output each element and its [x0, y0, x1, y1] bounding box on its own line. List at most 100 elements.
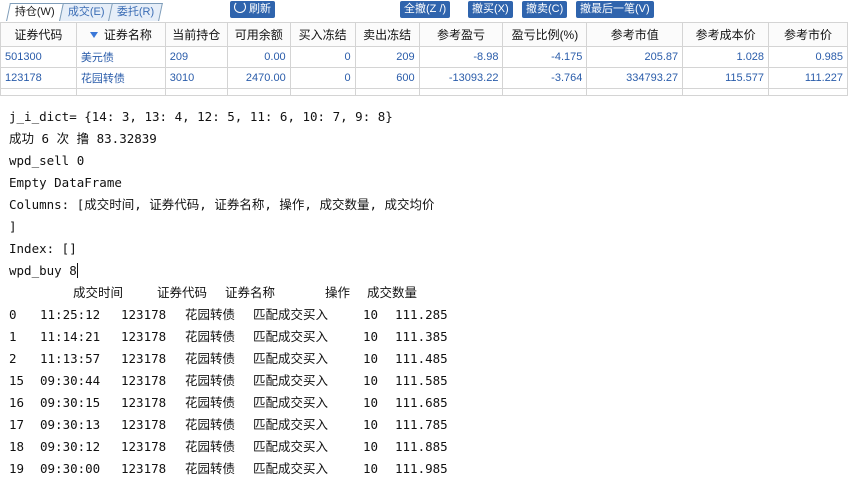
dataframe-cell: 111.485 — [395, 351, 448, 366]
df-column-header: 操作 — [325, 285, 351, 300]
dataframe-cell: 花园转债 — [185, 373, 236, 388]
table-cell: 209 — [354, 46, 420, 68]
dataframe-cell: 花园转债 — [185, 351, 236, 366]
console-line: wpd_buy 8 — [9, 263, 77, 278]
dataframe-rows: 0 11:25:12 123178 花园转债 匹配成交买入 10 111.285 1 11:14… — [9, 304, 844, 480]
dataframe-row: 15 09:30:44 123178 花园转债 匹配成交买入 10 111.585 — [9, 370, 844, 392]
tab-strip: 持仓(W) 成交(E) 委托(R) — [6, 3, 164, 21]
dataframe-cell: 11:14:21 — [40, 329, 101, 344]
column-header[interactable]: 参考盈亏 — [418, 22, 504, 47]
table-row[interactable]: 501300 美元债 209 0.00 0 209 -8.98 -4.175 2… — [0, 46, 848, 68]
dataframe-cell: 111.985 — [395, 461, 448, 476]
column-header[interactable]: 证券名称 — [75, 22, 166, 47]
table-row[interactable]: 123178 花园转债 3010 2470.00 0 600 -13093.22… — [0, 67, 848, 89]
tab-positions-label: 持仓(W) — [14, 6, 55, 18]
dataframe-cell: 花园转债 — [185, 461, 236, 476]
table-cell: 205.87 — [586, 46, 684, 68]
dataframe-row: 2 11:13:57 123178 花园转债 匹配成交买入 10 111.485 — [9, 348, 844, 370]
column-header[interactable]: 参考成本价 — [682, 22, 770, 47]
table-cell: 111.227 — [768, 67, 848, 89]
table-cell: -3.764 — [502, 67, 588, 89]
dataframe-cell: 10 — [363, 439, 379, 454]
column-header[interactable]: 买入冻结 — [289, 22, 356, 47]
table-cell: 123178 — [0, 67, 77, 89]
table-cell: 115.577 — [682, 67, 770, 89]
dataframe-cell: 09:30:44 — [40, 373, 101, 388]
dataframe-cell: 匹配成交买入 — [253, 395, 329, 410]
dataframe-cell: 11:25:12 — [40, 307, 101, 322]
dataframe-cell: 花园转债 — [185, 395, 236, 410]
dataframe-cell: 123178 — [121, 417, 167, 432]
dataframe-cell: 10 — [363, 351, 379, 366]
dataframe-cell: 匹配成交买入 — [253, 373, 329, 388]
dataframe-cell: 123178 — [121, 329, 167, 344]
column-header[interactable]: 参考市值 — [586, 22, 684, 47]
table-header-row: 证券代码 证券名称 当前持仓 可用余额 买入冻结 卖出冻结 参考盈亏 盈亏比例(… — [0, 22, 848, 47]
table-cell: 1.028 — [682, 46, 770, 68]
tab-trades[interactable]: 成交(E) — [58, 3, 114, 21]
dataframe-cell: 10 — [363, 461, 379, 476]
table-cell: 0.00 — [226, 46, 291, 68]
refresh-button[interactable]: 刷新 — [230, 1, 275, 18]
dataframe-cell: 10 — [363, 329, 379, 344]
column-header[interactable]: 可用余额 — [226, 22, 291, 47]
df-column-header: 证券代码 — [157, 285, 208, 300]
console-output[interactable]: j_i_dict= {14: 3, 13: 4, 12: 5, 11: 6, 1… — [9, 106, 844, 480]
tab-trades-label: 成交(E) — [67, 6, 105, 18]
dataframe-cell: 09:30:15 — [40, 395, 101, 410]
dataframe-cell: 123178 — [121, 373, 167, 388]
table-cell: 0.985 — [768, 46, 848, 68]
table-cell: 501300 — [0, 46, 77, 68]
cancel-all-button[interactable]: 全撤(Z /) — [400, 1, 451, 18]
dataframe-row: 18 09:30:12 123178 花园转债 匹配成交买入 10 111.885 — [9, 436, 844, 458]
dataframe-row: 0 11:25:12 123178 花园转债 匹配成交买入 10 111.285 — [9, 304, 844, 326]
cancel-sell-button[interactable]: 撤卖(C) — [522, 1, 568, 18]
dataframe-cell: 匹配成交买入 — [253, 329, 329, 344]
tab-orders[interactable]: 委托(R) — [108, 3, 164, 21]
sort-down-icon[interactable] — [89, 32, 98, 38]
dataframe-cell: 11:13:57 — [40, 351, 101, 366]
column-header[interactable]: 卖出冻结 — [354, 22, 420, 47]
dataframe-cell: 17 — [9, 417, 25, 432]
dataframe-cell: 15 — [9, 373, 25, 388]
dataframe-cell: 匹配成交买入 — [253, 439, 329, 454]
console-line: 成功 6 次 撸 83.32839 — [9, 131, 157, 146]
column-header[interactable]: 参考市价 — [768, 22, 848, 47]
dataframe-cell: 111.585 — [395, 373, 448, 388]
table-cell: 美元债 — [75, 46, 166, 68]
dataframe-cell: 16 — [9, 395, 25, 410]
dataframe-cell: 18 — [9, 439, 25, 454]
dataframe-cell: 匹配成交买入 — [253, 307, 329, 322]
dataframe-cell: 123178 — [121, 439, 167, 454]
dataframe-cell: 花园转债 — [185, 329, 236, 344]
dataframe-cell: 111.685 — [395, 395, 448, 410]
dataframe-row: 17 09:30:13 123178 花园转债 匹配成交买入 10 111.785 — [9, 414, 844, 436]
table-cell: 209 — [164, 46, 228, 68]
dataframe-cell: 111.285 — [395, 307, 448, 322]
cancel-buy-button[interactable]: 撤买(X) — [468, 1, 513, 18]
df-column-header: 证券名称 — [225, 285, 276, 300]
dataframe-header: 成交时间 证券代码 证券名称 操作 成交数量 — [9, 282, 844, 304]
dataframe-cell: 19 — [9, 461, 25, 476]
table-cell: 0 — [289, 67, 356, 89]
table-cell: 334793.27 — [586, 67, 684, 89]
dataframe-row: 1 11:14:21 123178 花园转债 匹配成交买入 10 111.385 — [9, 326, 844, 348]
column-header[interactable]: 盈亏比例(%) — [502, 22, 588, 47]
refresh-label: 刷新 — [249, 3, 271, 15]
column-header[interactable]: 证券代码 — [0, 22, 77, 47]
tab-positions[interactable]: 持仓(W) — [6, 3, 64, 21]
dataframe-cell: 花园转债 — [185, 417, 236, 432]
column-header[interactable]: 当前持仓 — [164, 22, 228, 47]
cancel-last-button[interactable]: 撤最后一笔(V) — [576, 1, 654, 18]
dataframe-cell: 123178 — [121, 307, 167, 322]
dataframe-cell: 123178 — [121, 351, 167, 366]
table-cell: 2470.00 — [226, 67, 291, 89]
dataframe-cell: 花园转债 — [185, 307, 236, 322]
dataframe-cell: 匹配成交买入 — [253, 351, 329, 366]
df-column-header: 成交时间 — [73, 285, 124, 300]
dataframe-cell: 10 — [363, 373, 379, 388]
dataframe-cell: 1 — [9, 329, 17, 344]
dataframe-cell: 09:30:13 — [40, 417, 101, 432]
text-cursor — [76, 263, 78, 278]
console-line: Columns: [成交时间, 证券代码, 证券名称, 操作, 成交数量, 成交… — [9, 197, 435, 212]
